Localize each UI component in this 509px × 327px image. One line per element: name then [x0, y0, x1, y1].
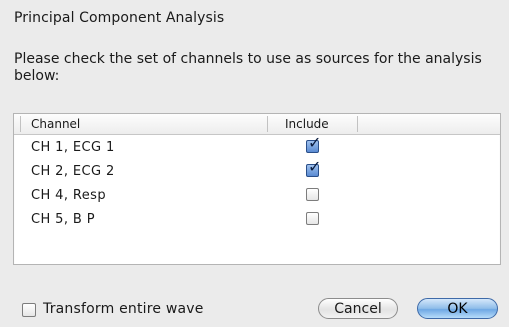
- table-row[interactable]: CH 2, ECG 2 ✓: [14, 159, 500, 183]
- instructions-text: Please check the set of channels to use …: [14, 51, 482, 84]
- include-checkbox[interactable]: ✓: [306, 159, 321, 177]
- table-header: Channel Include: [14, 114, 500, 135]
- include-checkbox[interactable]: [306, 188, 319, 201]
- channel-name: CH 2, ECG 2: [31, 164, 115, 179]
- channel-name: CH 5, B P: [31, 212, 96, 227]
- channel-name: CH 4, Resp: [31, 188, 106, 203]
- table-row[interactable]: CH 4, Resp: [14, 183, 500, 207]
- transform-label[interactable]: Transform entire wave: [43, 301, 204, 317]
- column-divider: [20, 116, 21, 132]
- table-row[interactable]: CH 1, ECG 1 ✓: [14, 135, 500, 159]
- cancel-button[interactable]: Cancel: [318, 298, 398, 319]
- include-checkbox[interactable]: [306, 212, 319, 225]
- channel-name: CH 1, ECG 1: [31, 140, 115, 155]
- column-header-channel[interactable]: Channel: [31, 117, 80, 131]
- table-row[interactable]: CH 5, B P: [14, 207, 500, 231]
- include-checkbox[interactable]: ✓: [306, 135, 321, 153]
- ok-button[interactable]: OK: [417, 298, 498, 319]
- dialog-title: Principal Component Analysis: [14, 10, 225, 26]
- channel-table: Channel Include CH 1, ECG 1 ✓ CH 2, ECG …: [13, 113, 501, 265]
- checkmark-icon: ✓: [308, 133, 322, 152]
- pca-dialog: Principal Component Analysis Please chec…: [0, 0, 509, 327]
- column-divider: [267, 116, 268, 132]
- column-header-include[interactable]: Include: [285, 117, 329, 131]
- transform-checkbox[interactable]: [22, 303, 36, 317]
- column-divider: [357, 116, 358, 132]
- checkmark-icon: ✓: [308, 157, 322, 176]
